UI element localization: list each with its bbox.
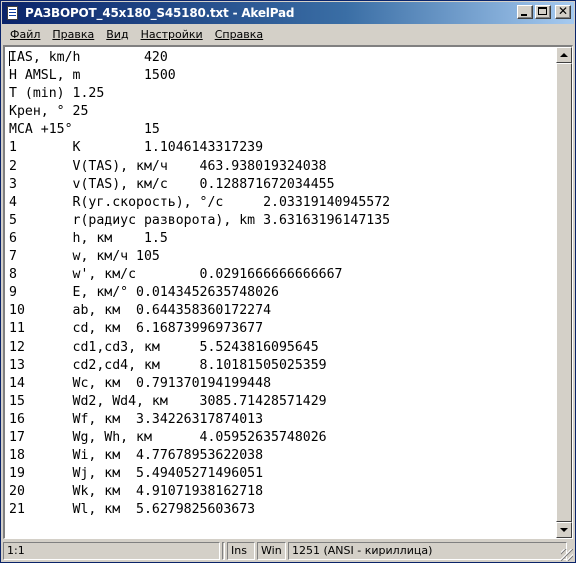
status-modified	[222, 542, 225, 560]
menu-view-label: Вид	[106, 28, 129, 41]
text-line: 4 R(уг.скорость), °/c 2.03319140945572	[9, 194, 391, 210]
status-insert-mode[interactable]: Ins	[227, 542, 255, 560]
maximize-icon	[538, 7, 547, 15]
minimize-icon	[521, 14, 527, 16]
vertical-scrollbar[interactable]	[556, 47, 572, 538]
menu-settings-label: Настройки	[140, 28, 203, 41]
menu-edit[interactable]: Правка	[46, 26, 100, 43]
menu-file-label: Файл	[10, 28, 41, 41]
text-line: 18 Wi, км 4.77678953622038	[9, 448, 264, 464]
close-icon: ✕	[557, 4, 569, 18]
menu-file[interactable]: Файл	[4, 26, 46, 43]
scroll-thumb[interactable]	[556, 63, 572, 522]
text-line: 13 cd2,cd4, км 8.10181505025359	[9, 357, 327, 373]
text-line: T (min) 1.25	[9, 86, 105, 102]
menu-bar: Файл Правка Вид Настройки Справка	[2, 25, 574, 44]
text-caret	[9, 51, 10, 66]
text-line: 17 Wg, Wh, км 4.05952635748026	[9, 429, 327, 445]
menu-help-label: Справка	[214, 28, 264, 41]
scroll-down-button[interactable]	[556, 522, 572, 538]
text-line: 8 w', км/с 0.0291666666666667	[9, 267, 343, 283]
text-line: 2 V(TAS), км/ч 463.938019324038	[9, 158, 327, 174]
menu-settings[interactable]: Настройки	[135, 26, 209, 43]
app-window: РАЗВОРОТ_45x180_S45180.txt - AkelPad ✕ Ф…	[0, 0, 576, 563]
menu-edit-label: Правка	[52, 28, 95, 41]
text-line: 12 cd1,cd3, км 5.5243816095645	[9, 339, 319, 355]
text-editor[interactable]: IAS, km/h 420 H AMSL, m 1500 T (min) 1.25 К…	[3, 45, 573, 539]
text-line: 19 Wj, км 5.49405271496051	[9, 466, 264, 482]
caption-buttons: ✕	[515, 4, 571, 19]
status-bar: 1:1 Ins Win 1251 (ANSI - кириллица)	[3, 542, 573, 561]
status-cursor-position: 1:1	[3, 542, 220, 560]
status-newline[interactable]: Win	[257, 542, 286, 560]
text-line: 11 cd, км 6.16873996973677	[9, 321, 264, 337]
text-line: 6 h, км 1.5	[9, 230, 168, 246]
text-line: Крен, ° 25	[9, 104, 89, 120]
editor-text-area[interactable]: IAS, km/h 420 H AMSL, m 1500 T (min) 1.25 К…	[9, 49, 555, 536]
title-bar[interactable]: РАЗВОРОТ_45x180_S45180.txt - AkelPad ✕	[2, 2, 574, 24]
text-line: 3 v(TAS), км/с 0.128871672034455	[9, 176, 335, 192]
maximize-button[interactable]	[535, 5, 551, 19]
notepad-document-icon[interactable]	[5, 5, 21, 21]
menu-help[interactable]: Справка	[209, 26, 269, 43]
text-line: MCA +15° 15	[9, 122, 160, 138]
text-line: 15 Wd2, Wd4, км 3085.71428571429	[9, 393, 327, 409]
text-line: H AMSL, m 1500	[9, 68, 176, 84]
scroll-up-button[interactable]	[556, 47, 572, 63]
minimize-button[interactable]	[517, 5, 533, 19]
text-line: 14 Wc, км 0.791370194199448	[9, 375, 272, 391]
resize-grip[interactable]	[561, 549, 573, 561]
close-button[interactable]: ✕	[555, 4, 571, 19]
text-line: 1 K 1.1046143317239	[9, 140, 264, 156]
menu-view[interactable]: Вид	[100, 26, 134, 43]
text-line: 5 r(радиус разворота), km 3.631631961471…	[9, 212, 391, 228]
arrow-up-icon	[560, 53, 568, 57]
text-line: 20 Wk, км 4.91071938162718	[9, 484, 264, 500]
text-line: 16 Wf, км 3.34226317874013	[9, 411, 264, 427]
text-line: 21 Wl, км 5.6279825603673	[9, 502, 256, 518]
window-title: РАЗВОРОТ_45x180_S45180.txt - AkelPad	[25, 6, 295, 20]
text-line: IAS, km/h 420	[9, 50, 168, 66]
text-line: 7 w, км/ч 105	[9, 249, 160, 265]
text-line: 10 ab, км 0.644358360172274	[9, 303, 272, 319]
status-encoding[interactable]: 1251 (ANSI - кириллица)	[288, 542, 567, 560]
text-line: 9 E, км/° 0.0143452635748026	[9, 285, 279, 301]
arrow-down-icon	[560, 528, 568, 532]
